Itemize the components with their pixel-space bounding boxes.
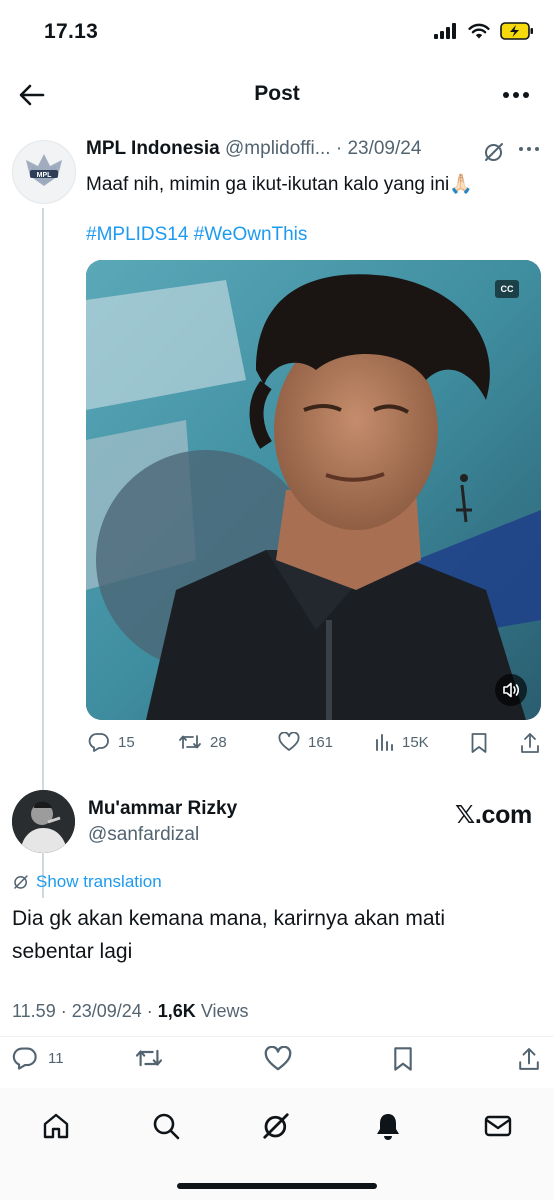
show-translation-label: Show translation (36, 872, 162, 891)
repost-icon (179, 735, 201, 749)
more-horizontal-icon (519, 147, 539, 151)
top-navigation-bar: Post (0, 66, 554, 124)
mute-button[interactable] (495, 674, 527, 706)
reply-icon (12, 1047, 37, 1070)
date-separator: · (330, 138, 348, 159)
grok-button[interactable] (482, 140, 506, 169)
mpl-logo-icon: MPL (26, 154, 62, 186)
post-date[interactable]: 23/09/24 (347, 138, 421, 159)
repost-count: 28 (210, 733, 227, 751)
tab-search[interactable] (144, 1108, 188, 1144)
post-more-button[interactable] (518, 138, 540, 165)
post-actions: 15 28 161 15K (86, 732, 546, 756)
svg-text:MPL: MPL (37, 172, 53, 179)
closed-captions-button[interactable]: CC (495, 280, 519, 298)
author-handle[interactable]: @sanfardizal (88, 824, 199, 846)
share-button[interactable] (518, 1046, 540, 1072)
bookmark-icon (471, 733, 487, 753)
author-name[interactable]: MPL Indonesia (86, 138, 220, 159)
like-count: 161 (308, 733, 334, 751)
post-header: MPL Indonesia @mplidoffi... · 23/09/24 (86, 138, 534, 164)
repost-button[interactable] (134, 1046, 164, 1070)
messages-icon (484, 1115, 512, 1137)
reply-button[interactable]: 11 (12, 1046, 64, 1070)
views-count: 1,6K (157, 1001, 196, 1021)
x-watermark: 𝕏.com (455, 801, 532, 829)
reply-icon (88, 733, 109, 752)
search-icon (153, 1113, 180, 1140)
heart-icon (264, 1046, 292, 1071)
more-horizontal-icon (503, 92, 529, 98)
share-icon (521, 733, 539, 753)
wifi-icon (468, 23, 490, 39)
tab-home[interactable] (34, 1108, 78, 1144)
notifications-icon (377, 1114, 399, 1140)
tab-grok[interactable] (254, 1108, 298, 1144)
heart-icon (278, 732, 300, 751)
reply-text: Dia gk akan kemana mana, karirnya akan m… (12, 907, 446, 963)
video-thumbnail (86, 260, 541, 720)
bookmark-button[interactable] (392, 1046, 414, 1072)
hashtags[interactable]: #MPLIDS14 #WeOwnThis (86, 224, 307, 246)
status-time: 17.13 (44, 20, 99, 43)
show-translation-link[interactable]: Show translation (12, 872, 162, 892)
like-button[interactable]: 161 (278, 732, 333, 752)
reply-count: 11 (48, 1049, 64, 1067)
share-icon (519, 1048, 539, 1070)
divider (0, 1036, 554, 1037)
avatar[interactable]: MPL (12, 140, 76, 204)
views-chart-icon (376, 734, 393, 751)
status-bar: 17.13 (0, 0, 554, 66)
like-button[interactable] (264, 1046, 292, 1072)
grok-icon (263, 1113, 289, 1139)
reply-actions: 11 (0, 1046, 554, 1074)
grok-icon (14, 875, 28, 889)
reply-button[interactable]: 15 (88, 732, 135, 752)
reply-count: 15 (118, 733, 135, 751)
tab-messages[interactable] (476, 1108, 520, 1144)
share-button[interactable] (520, 732, 540, 754)
avatar-photo (12, 790, 75, 853)
battery-charging-icon (500, 22, 533, 40)
home-icon (43, 1113, 69, 1139)
volume-icon (503, 682, 520, 698)
tab-notifications[interactable] (366, 1108, 410, 1144)
reply-author: Mu'ammar Rizky @sanfardizal 𝕏.com (0, 790, 554, 860)
avatar[interactable] (12, 790, 75, 853)
cellular-signal-icon (434, 23, 456, 39)
view-count: 15K (402, 733, 429, 751)
grok-icon (485, 143, 503, 161)
post-text: Maaf nih, mimin ga ikut-ikutan kalo yang… (86, 174, 473, 195)
author-name[interactable]: Mu'ammar Rizky (88, 798, 237, 820)
more-options-button[interactable] (496, 78, 536, 112)
views-label: Views (195, 1001, 249, 1021)
status-icons (434, 22, 534, 40)
page-title: Post (254, 82, 300, 105)
bookmark-icon (394, 1047, 412, 1071)
post-meta: 11.59 · 23/09/24 · 1,6K Views (12, 1001, 249, 1022)
video-player[interactable]: CC (86, 260, 541, 720)
bookmark-button[interactable] (470, 732, 488, 754)
views-button[interactable]: 15K (374, 732, 429, 752)
repost-button[interactable]: 28 (178, 732, 227, 752)
repost-icon (135, 1049, 163, 1067)
home-indicator (177, 1183, 377, 1189)
author-handle[interactable]: @mplidoffi... (225, 138, 331, 159)
post-timestamp[interactable]: 11.59 · 23/09/24 · (12, 1001, 158, 1021)
